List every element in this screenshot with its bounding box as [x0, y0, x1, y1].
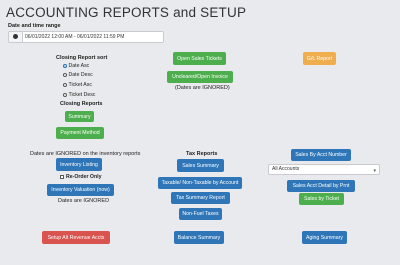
date-range-value: 06/01/2022 12:00 AM - 06/01/2022 11:59 P… — [25, 34, 125, 40]
calendar-icon — [9, 32, 23, 42]
reorder-only-checkbox[interactable]: Re-Order Only — [60, 174, 101, 180]
date-range-input[interactable]: 06/01/2022 12:00 AM - 06/01/2022 11:59 P… — [8, 31, 164, 43]
account-select-value: All Accounts — [272, 166, 300, 172]
radio-selected-icon — [63, 64, 67, 68]
radio-icon — [63, 83, 67, 87]
sort-date-desc-radio[interactable]: Date Desc — [63, 72, 93, 78]
inventory-ignored-note: Dates are IGNORED — [58, 198, 110, 204]
summary-button[interactable]: Summary — [65, 111, 94, 122]
balance-summary-button[interactable]: Balance Summary — [174, 231, 224, 244]
sales-by-acct-number-button[interactable]: Sales By Acct Number — [291, 149, 351, 161]
inventory-note: Dates are IGNORED on the inventory repor… — [30, 151, 141, 157]
radio-icon — [63, 73, 67, 77]
setup-alt-revenue-button[interactable]: Setup Alt Revenue Accts — [42, 231, 110, 244]
sort-option-label: Ticket Asc — [68, 82, 92, 88]
inventory-valuation-button[interactable]: Inventory Valuation (now) — [47, 184, 114, 196]
closing-reports-heading: Closing Reports — [60, 101, 103, 107]
sort-option-label: Date Desc — [68, 72, 93, 78]
page-title: ACCOUNTING REPORTS and SETUP — [6, 5, 247, 20]
sort-date-asc-radio[interactable]: Date Asc — [63, 63, 89, 69]
unclosed-open-invoice-button[interactable]: Uncleared/Open Invoice — [167, 71, 233, 83]
payment-method-button[interactable]: Payment Method — [56, 127, 104, 139]
sales-acct-detail-button[interactable]: Sales Acct Detail by Prnt — [287, 180, 355, 192]
reorder-only-label: Re-Order Only — [66, 174, 102, 180]
sort-ticket-asc-radio[interactable]: Ticket Asc — [63, 82, 92, 88]
sort-ticket-desc-radio[interactable]: Ticket Desc — [63, 92, 95, 98]
aging-summary-button[interactable]: Aging Summary — [302, 231, 347, 244]
sort-option-label: Date Asc — [68, 63, 90, 69]
radio-icon — [63, 93, 67, 97]
sales-summary-button[interactable]: Sales Summary — [177, 159, 224, 172]
open-sales-tickets-button[interactable]: Open Sales Tickets — [173, 52, 226, 65]
non-fuel-taxes-button[interactable]: Non-Fuel Taxes — [179, 208, 222, 220]
sort-option-label: Ticket Desc — [68, 92, 96, 98]
date-range-label: Date and time range — [8, 23, 61, 29]
gl-report-button[interactable]: G/L Report — [303, 52, 336, 65]
tickets-ignored-note: (Dates are IGNORED) — [175, 85, 230, 91]
account-select[interactable]: All Accounts ▾ — [268, 164, 380, 175]
taxable-nontaxable-button[interactable]: Taxable/ Non-Taxable by Account — [158, 177, 242, 189]
tax-summary-report-button[interactable]: Tax Summary Report — [171, 192, 230, 204]
inventory-listing-button[interactable]: Inventory Listing — [56, 158, 102, 171]
tax-reports-heading: Tax Reports — [186, 151, 218, 157]
sales-by-ticket-button[interactable]: Sales by Ticket — [299, 193, 344, 205]
checkbox-icon — [60, 175, 64, 179]
chevron-down-icon: ▾ — [373, 168, 376, 174]
closing-sort-heading: Closing Report sort — [56, 55, 108, 61]
